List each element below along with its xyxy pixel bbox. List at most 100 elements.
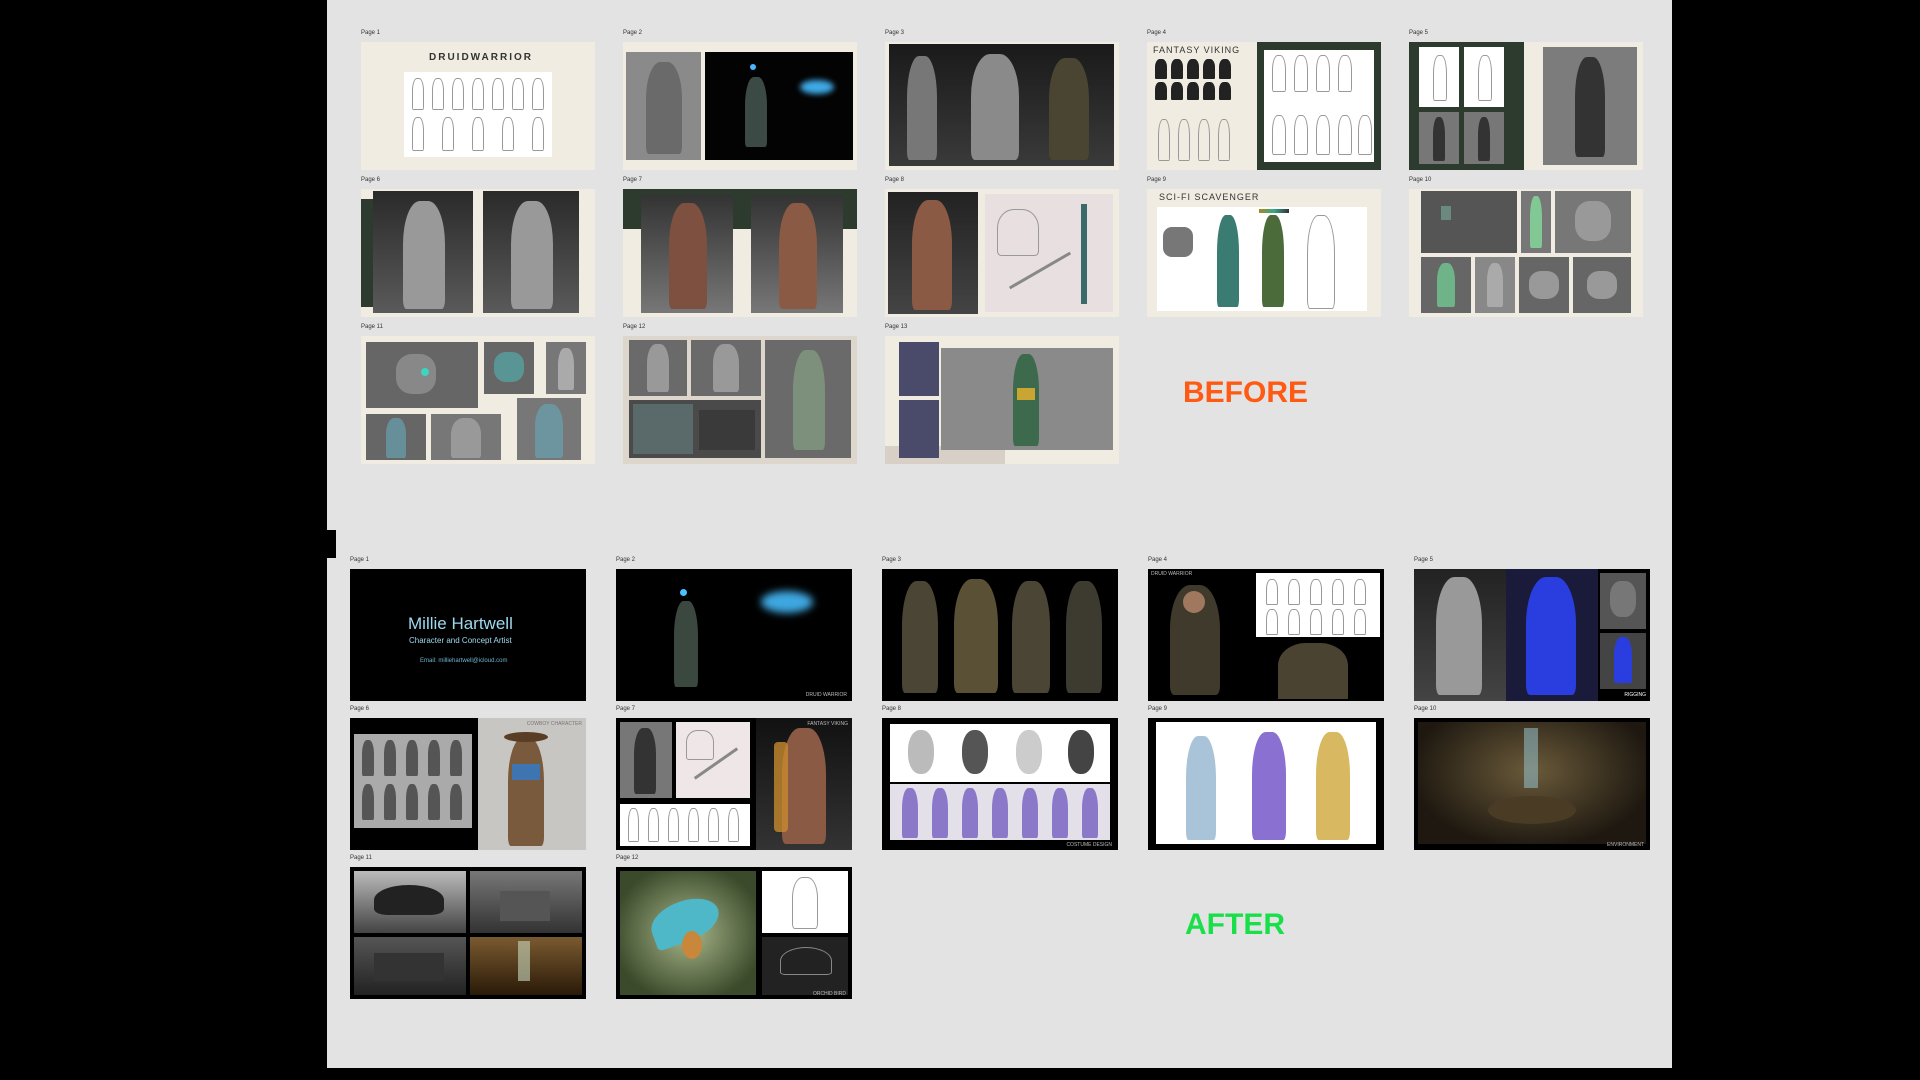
page-label: Page 5 bbox=[1409, 30, 1429, 36]
before-page-3[interactable]: Page 3 bbox=[885, 30, 1119, 170]
page-caption: DRUID WARRIOR bbox=[805, 692, 847, 698]
environment-painting bbox=[1418, 722, 1646, 844]
page-label: Page 11 bbox=[350, 855, 372, 861]
page-thumbnail: DRUID WARRIOR bbox=[616, 569, 852, 701]
artist-email: Email: milliehartwell@icloud.com bbox=[420, 658, 508, 664]
after-page-4[interactable]: Page 4 DRUID WARRIOR bbox=[1148, 557, 1384, 701]
page-label: Page 2 bbox=[616, 557, 636, 563]
render-left bbox=[373, 191, 473, 313]
page-label: Page 5 bbox=[1414, 557, 1434, 563]
after-page-10[interactable]: Page 10 ENVIRONMENT bbox=[1414, 706, 1650, 850]
page-thumbnail bbox=[361, 336, 595, 464]
sketch-sheet bbox=[1256, 573, 1380, 637]
before-page-8[interactable]: Page 8 bbox=[885, 177, 1119, 317]
artist-name: Millie Hartwell bbox=[408, 614, 513, 633]
character-turnaround bbox=[889, 44, 1114, 166]
page-thumbnail bbox=[885, 42, 1119, 170]
after-label: AFTER bbox=[1185, 908, 1285, 941]
before-page-1[interactable]: Page 1 DRUIDWARRIOR bbox=[361, 30, 595, 170]
page-label: Page 1 bbox=[361, 30, 381, 36]
rendered-character bbox=[705, 52, 853, 160]
page-label: Page 8 bbox=[885, 177, 905, 183]
page-thumbnail: COSTUME DESIGN bbox=[882, 718, 1118, 850]
before-page-6[interactable]: Page 6 bbox=[361, 177, 595, 317]
grey-sculpt bbox=[626, 52, 701, 160]
page-label: Page 3 bbox=[882, 557, 902, 563]
page-thumbnail: DRUID WARRIOR bbox=[1148, 569, 1384, 701]
page-label: Page 11 bbox=[361, 324, 383, 330]
page-thumbnail: DRUIDWARRIOR bbox=[361, 42, 595, 170]
before-page-5[interactable]: Page 5 bbox=[1409, 30, 1643, 170]
before-page-13[interactable]: Page 13 bbox=[885, 324, 1119, 464]
page-caption: ORCHID BIRD bbox=[812, 991, 846, 997]
page-label: Page 7 bbox=[623, 177, 643, 183]
after-page-3[interactable]: Page 3 bbox=[882, 557, 1118, 701]
page-label: Page 4 bbox=[1147, 30, 1167, 36]
page-title: DRUIDWARRIOR bbox=[429, 52, 533, 63]
cowboy-render: COWBOY CHARACTER bbox=[478, 718, 586, 850]
page-caption: FANTASY VIKING bbox=[807, 721, 848, 727]
page-thumbnail bbox=[350, 867, 586, 999]
divider bbox=[327, 530, 336, 558]
page-caption: DRUID WARRIOR bbox=[1151, 571, 1193, 577]
before-page-4[interactable]: Page 4 FANTASY VIKING bbox=[1147, 30, 1381, 170]
page-thumbnail: SCI-FI SCAVENGER bbox=[1147, 189, 1381, 317]
page-thumbnail bbox=[1409, 42, 1643, 170]
after-page-8[interactable]: Page 8 COSTUME DESIGN bbox=[882, 706, 1118, 850]
page-thumbnail bbox=[1409, 189, 1643, 317]
costume-lineup bbox=[890, 784, 1110, 840]
before-page-7[interactable]: Page 7 bbox=[623, 177, 857, 317]
page-thumbnail bbox=[1148, 718, 1384, 850]
before-page-2[interactable]: Page 2 bbox=[623, 30, 857, 170]
render-left bbox=[641, 195, 733, 313]
silhouettes bbox=[1153, 57, 1248, 102]
page-thumbnail bbox=[885, 189, 1119, 317]
green-panel bbox=[1409, 42, 1524, 170]
sketch-row bbox=[1153, 117, 1248, 165]
green-panel bbox=[1257, 42, 1381, 170]
concept-sheet bbox=[1157, 207, 1367, 311]
page-thumbnail bbox=[885, 336, 1119, 464]
viking-render: FANTASY VIKING bbox=[756, 718, 852, 850]
page-label: Page 9 bbox=[1148, 706, 1168, 712]
page-title: SCI-FI SCAVENGER bbox=[1159, 192, 1260, 202]
page-caption: COWBOY CHARACTER bbox=[526, 721, 582, 727]
after-page-11[interactable]: Page 11 bbox=[350, 855, 586, 999]
page-label: Page 3 bbox=[885, 30, 905, 36]
page-label: Page 4 bbox=[1148, 557, 1168, 563]
before-page-12[interactable]: Page 12 bbox=[623, 324, 857, 464]
render bbox=[888, 192, 978, 314]
after-page-9[interactable]: Page 9 bbox=[1148, 706, 1384, 850]
render-view bbox=[941, 348, 1113, 450]
page-label: Page 6 bbox=[350, 706, 370, 712]
page-label: Page 8 bbox=[882, 706, 902, 712]
page-thumbnail bbox=[623, 42, 857, 170]
page-thumbnail: COWBOY CHARACTER bbox=[350, 718, 586, 850]
before-page-9[interactable]: Page 9 SCI-FI SCAVENGER bbox=[1147, 177, 1381, 317]
orchid-bird-painting bbox=[620, 871, 756, 995]
after-page-6[interactable]: Page 6 COWBOY CHARACTER bbox=[350, 706, 586, 850]
page-thumbnail: Millie Hartwell Character and Concept Ar… bbox=[350, 569, 586, 701]
sketch-sheet bbox=[404, 72, 552, 157]
page-caption: ENVIRONMENT bbox=[1607, 842, 1644, 848]
after-page-12[interactable]: Page 12 ORCHID BIRD bbox=[616, 855, 852, 999]
render-view bbox=[1543, 47, 1637, 165]
pose-sheet bbox=[354, 734, 472, 828]
after-page-2[interactable]: Page 2 DRUID WARRIOR bbox=[616, 557, 852, 701]
after-page-7[interactable]: Page 7 FANTASY VIKING bbox=[616, 706, 852, 850]
page-thumbnail bbox=[623, 189, 857, 317]
after-page-5[interactable]: Page 5 RIGGING bbox=[1414, 557, 1650, 701]
page-thumbnail: FANTASY VIKING bbox=[616, 718, 852, 850]
after-page-1[interactable]: Page 1 Millie Hartwell Character and Con… bbox=[350, 557, 586, 701]
page-thumbnail: RIGGING bbox=[1414, 569, 1650, 701]
page-caption: COSTUME DESIGN bbox=[1066, 842, 1112, 848]
page-label: Page 13 bbox=[885, 324, 908, 330]
page-title: FANTASY VIKING bbox=[1153, 45, 1241, 55]
viewport bbox=[1421, 191, 1517, 253]
page-label: Page 7 bbox=[616, 706, 636, 712]
before-label: BEFORE bbox=[1183, 376, 1309, 409]
page-thumbnail: ORCHID BIRD bbox=[616, 867, 852, 999]
before-page-10[interactable]: Page 10 bbox=[1409, 177, 1643, 317]
before-page-11[interactable]: Page 11 bbox=[361, 324, 595, 464]
page-label: Page 10 bbox=[1409, 177, 1432, 183]
